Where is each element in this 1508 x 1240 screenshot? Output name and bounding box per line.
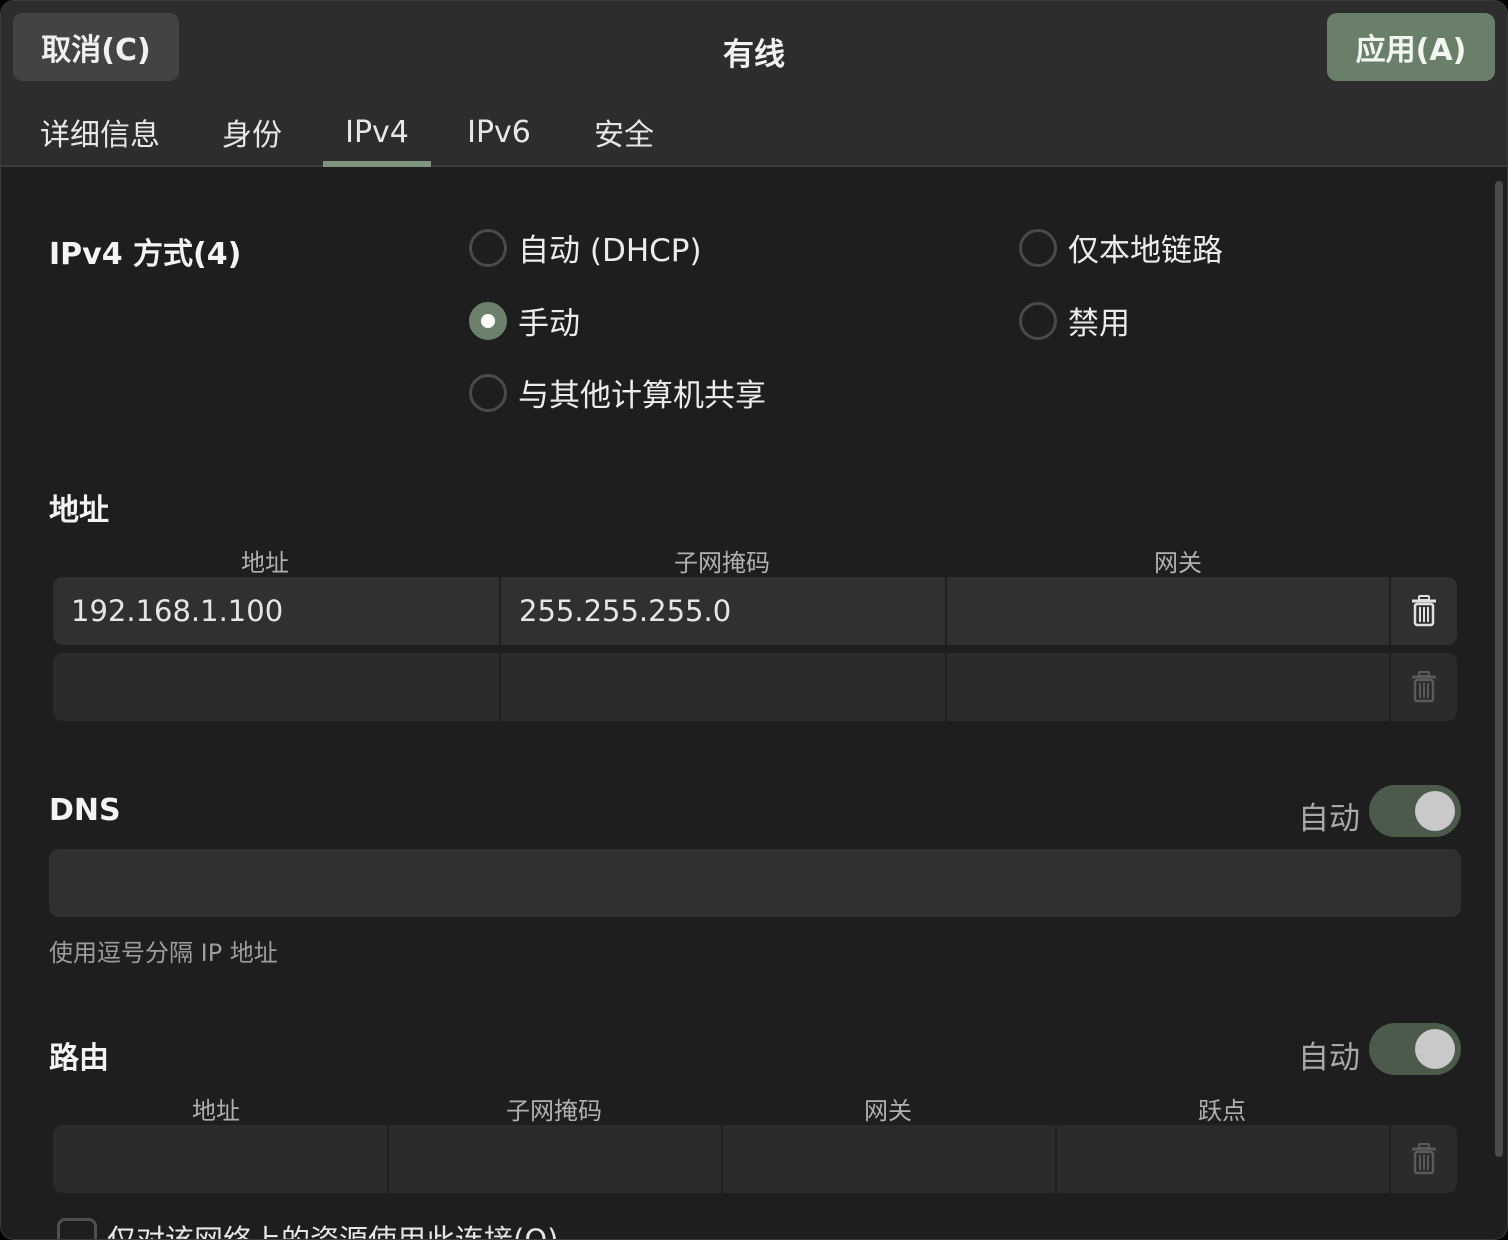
routes-auto-toggle[interactable]: [1369, 1023, 1461, 1075]
route-metric-input[interactable]: [1057, 1125, 1391, 1193]
scrollbar[interactable]: [1495, 181, 1503, 1157]
dns-input[interactable]: [49, 849, 1461, 917]
addresses-title: 地址: [49, 493, 109, 528]
network-settings-dialog: 取消(C) 有线 应用(A) 详细信息 身份 IPv4 IPv6 安全 IPv4…: [0, 0, 1508, 1240]
address-input[interactable]: 192.168.1.100: [53, 577, 501, 645]
radio-label: 仅本地链路: [1068, 233, 1223, 269]
tab-identity[interactable]: 身份: [209, 97, 295, 167]
trash-icon: [1412, 671, 1436, 703]
resources-only-label: 仅对该网络上的资源使用此连接(O): [107, 1223, 559, 1240]
routes-title: 路由: [49, 1041, 109, 1076]
radio-link-local[interactable]: 仅本地链路: [1019, 225, 1223, 270]
column-header-metric: 跃点: [1198, 1097, 1246, 1125]
ipv4-method-title: IPv4 方式(4): [49, 237, 242, 272]
route-gateway-input[interactable]: [723, 1125, 1057, 1193]
apply-button[interactable]: 应用(A): [1327, 13, 1495, 81]
delete-address-button[interactable]: [1391, 653, 1457, 721]
dns-auto-toggle[interactable]: [1369, 785, 1461, 837]
radio-manual[interactable]: 手动: [469, 298, 580, 343]
tab-details[interactable]: 详细信息: [29, 97, 171, 167]
radio-label: 自动 (DHCP): [518, 233, 702, 269]
tab-security[interactable]: 安全: [581, 97, 667, 167]
radio-disabled[interactable]: 禁用: [1019, 298, 1130, 343]
routes-auto-label: 自动: [1298, 1040, 1360, 1076]
delete-address-button[interactable]: [1391, 577, 1457, 645]
address-row: [53, 653, 1457, 721]
address-input[interactable]: [53, 653, 501, 721]
netmask-input[interactable]: [501, 653, 947, 721]
toggle-knob: [1415, 1029, 1455, 1069]
trash-icon: [1412, 595, 1436, 627]
column-header-netmask: 子网掩码: [506, 1097, 602, 1125]
radio-indicator: [1019, 228, 1057, 267]
address-row: 192.168.1.100 255.255.255.0: [53, 577, 1457, 645]
dns-title: DNS: [49, 793, 121, 828]
toggle-knob: [1415, 791, 1455, 831]
column-header-netmask: 子网掩码: [674, 549, 770, 577]
tab-ipv4[interactable]: IPv4: [323, 97, 431, 167]
radio-label: 手动: [518, 306, 580, 342]
radio-shared[interactable]: 与其他计算机共享: [469, 370, 766, 415]
gateway-input[interactable]: [947, 653, 1391, 721]
radio-indicator: [469, 228, 507, 267]
radio-label: 禁用: [1068, 306, 1130, 342]
gateway-input[interactable]: [947, 577, 1391, 645]
radio-indicator: [469, 373, 507, 412]
trash-icon: [1412, 1143, 1436, 1175]
dialog-header: 取消(C) 有线 应用(A) 详细信息 身份 IPv4 IPv6 安全: [1, 1, 1507, 167]
column-header-gateway: 网关: [1154, 549, 1202, 577]
column-header-gateway: 网关: [864, 1097, 912, 1125]
dns-auto-label: 自动: [1298, 801, 1360, 837]
dns-hint: 使用逗号分隔 IP 地址: [49, 939, 278, 967]
radio-indicator-checked: [469, 301, 507, 340]
radio-auto-dhcp[interactable]: 自动 (DHCP): [469, 225, 702, 270]
column-header-address: 地址: [192, 1097, 240, 1125]
route-netmask-input[interactable]: [389, 1125, 723, 1193]
column-header-address: 地址: [241, 549, 289, 577]
tab-bar: 详细信息 身份 IPv4 IPv6 安全: [1, 97, 1507, 167]
resources-only-option[interactable]: 仅对该网络上的资源使用此连接(O): [57, 1217, 559, 1240]
route-address-input[interactable]: [53, 1125, 389, 1193]
route-row: [53, 1125, 1457, 1193]
dialog-title: 有线: [723, 37, 785, 73]
netmask-input[interactable]: 255.255.255.0: [501, 577, 947, 645]
tab-ipv6[interactable]: IPv6: [457, 97, 541, 167]
resources-only-checkbox[interactable]: [57, 1218, 97, 1239]
radio-indicator: [1019, 301, 1057, 340]
delete-route-button[interactable]: [1391, 1125, 1457, 1193]
radio-label: 与其他计算机共享: [518, 378, 766, 414]
